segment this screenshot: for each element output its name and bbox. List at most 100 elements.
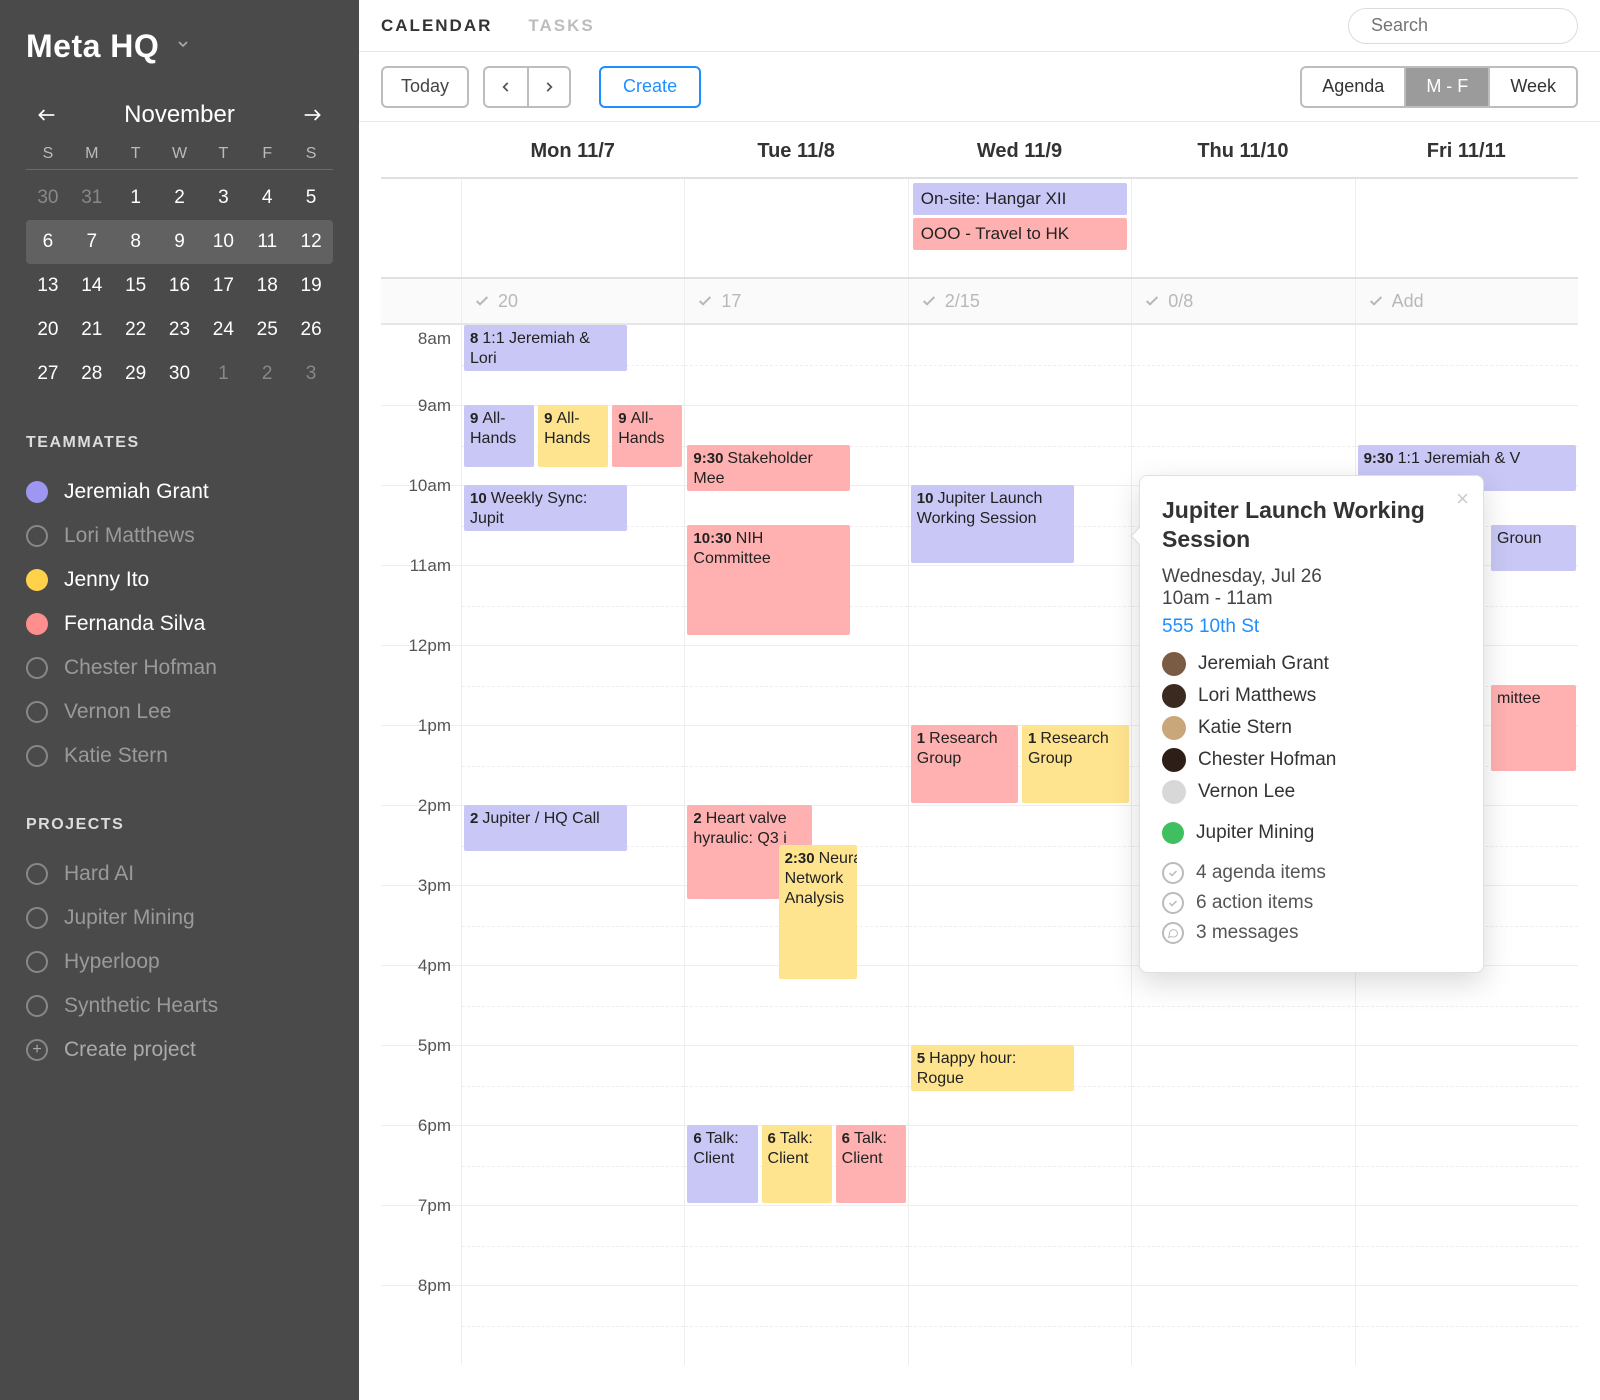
- allday-cell[interactable]: On-site: Hangar XIIOOO - Travel to HK: [908, 179, 1131, 277]
- mini-cal-day[interactable]: 20: [26, 308, 70, 352]
- calendar-event[interactable]: 6Talk: Client: [687, 1125, 757, 1203]
- next-month-button[interactable]: [297, 99, 329, 131]
- teammate-item[interactable]: Jeremiah Grant: [26, 470, 333, 514]
- teammate-item[interactable]: Fernanda Silva: [26, 602, 333, 646]
- popover-location[interactable]: 555 10th St: [1162, 616, 1461, 638]
- next-week-button[interactable]: [527, 66, 571, 108]
- mini-cal-day[interactable]: 10: [201, 220, 245, 264]
- mini-calendar[interactable]: SMTWTFS 30311234567891011121314151617181…: [26, 145, 333, 396]
- mini-cal-day[interactable]: 22: [114, 308, 158, 352]
- search-box[interactable]: [1348, 8, 1578, 44]
- prev-week-button[interactable]: [483, 66, 527, 108]
- mini-cal-day[interactable]: 30: [26, 176, 70, 220]
- mini-cal-day[interactable]: 28: [70, 352, 114, 396]
- calendar-event[interactable]: 6Talk: Client: [762, 1125, 832, 1203]
- mini-cal-day[interactable]: 29: [114, 352, 158, 396]
- calendar-event[interactable]: 9All-Hands: [464, 405, 534, 467]
- day-column[interactable]: 81:1 Jeremiah & Lori9All-Hands9All-Hands…: [461, 325, 684, 1365]
- day-column[interactable]: 10Jupiter Launch Working Session 1Researc…: [908, 325, 1131, 1365]
- task-count-cell[interactable]: 2/15: [908, 279, 1131, 323]
- allday-cell[interactable]: [461, 179, 684, 277]
- calendar-event[interactable]: 9All-Hands: [538, 405, 608, 467]
- allday-event[interactable]: OOO - Travel to HK: [913, 218, 1127, 250]
- calendar-event[interactable]: 81:1 Jeremiah & Lori: [464, 325, 627, 371]
- mini-cal-day[interactable]: 3: [289, 352, 333, 396]
- workspace-switcher[interactable]: Meta HQ: [26, 28, 333, 65]
- calendar-event[interactable]: 1Research Group: [1022, 725, 1129, 803]
- popover-info-row[interactable]: 3 messages: [1162, 922, 1461, 944]
- create-button[interactable]: Create: [599, 66, 701, 108]
- popover-project[interactable]: Jupiter Mining: [1162, 822, 1461, 844]
- project-item[interactable]: Synthetic Hearts: [26, 984, 333, 1028]
- task-count-cell[interactable]: 20: [461, 279, 684, 323]
- mini-cal-day[interactable]: 13: [26, 264, 70, 308]
- mini-cal-day[interactable]: 24: [201, 308, 245, 352]
- calendar-event[interactable]: 2:30Neural Network Analysis: [779, 845, 857, 979]
- attendee-row[interactable]: Katie Stern: [1162, 716, 1461, 740]
- task-count-cell[interactable]: Add: [1355, 279, 1578, 323]
- calendar-event[interactable]: 10:30NIH Committee: [687, 525, 850, 635]
- calendar-event[interactable]: 2Jupiter / HQ Call: [464, 805, 627, 851]
- day-column[interactable]: 9:30Stakeholder Mee10:30NIH Committee2He…: [684, 325, 907, 1365]
- mini-cal-day[interactable]: 17: [201, 264, 245, 308]
- calendar-event[interactable]: 9All-Hands: [612, 405, 682, 467]
- calendar-event[interactable]: 5Happy hour: Rogue: [911, 1045, 1074, 1091]
- project-item[interactable]: Hard AI: [26, 852, 333, 896]
- mini-cal-day[interactable]: 26: [289, 308, 333, 352]
- mini-cal-day[interactable]: 11: [245, 220, 289, 264]
- teammate-item[interactable]: Vernon Lee: [26, 690, 333, 734]
- popover-info-row[interactable]: 4 agenda items: [1162, 862, 1461, 884]
- mini-cal-day[interactable]: 4: [245, 176, 289, 220]
- mini-cal-day[interactable]: 27: [26, 352, 70, 396]
- teammate-item[interactable]: Jenny Ito: [26, 558, 333, 602]
- attendee-row[interactable]: Chester Hofman: [1162, 748, 1461, 772]
- mini-cal-day[interactable]: 19: [289, 264, 333, 308]
- calendar-event[interactable]: 10Jupiter Launch Working Session: [911, 485, 1074, 563]
- prev-month-button[interactable]: [30, 99, 62, 131]
- attendee-row[interactable]: Lori Matthews: [1162, 684, 1461, 708]
- mini-cal-day[interactable]: 23: [158, 308, 202, 352]
- calendar-event[interactable]: 9:30Stakeholder Mee: [687, 445, 850, 491]
- view-option[interactable]: Week: [1488, 68, 1576, 106]
- mini-cal-day[interactable]: 12: [289, 220, 333, 264]
- calendar-event[interactable]: mittee: [1491, 685, 1576, 771]
- search-input[interactable]: [1371, 15, 1600, 36]
- allday-cell[interactable]: [1131, 179, 1354, 277]
- calendar-event[interactable]: 1Research Group: [911, 725, 1018, 803]
- calendar-event[interactable]: 10Weekly Sync: Jupit: [464, 485, 627, 531]
- allday-event[interactable]: On-site: Hangar XII: [913, 183, 1127, 215]
- tab-tasks[interactable]: TASKS: [528, 16, 594, 36]
- mini-cal-day[interactable]: 5: [289, 176, 333, 220]
- mini-cal-day[interactable]: 30: [158, 352, 202, 396]
- tab-calendar[interactable]: CALENDAR: [381, 16, 492, 36]
- teammate-item[interactable]: Chester Hofman: [26, 646, 333, 690]
- attendee-row[interactable]: Jeremiah Grant: [1162, 652, 1461, 676]
- mini-cal-day[interactable]: 31: [70, 176, 114, 220]
- create-project-button[interactable]: + Create project: [26, 1028, 333, 1072]
- mini-cal-day[interactable]: 1: [114, 176, 158, 220]
- view-option[interactable]: M - F: [1404, 68, 1488, 106]
- view-option[interactable]: Agenda: [1302, 68, 1404, 106]
- popover-info-row[interactable]: 6 action items: [1162, 892, 1461, 914]
- allday-cell[interactable]: [684, 179, 907, 277]
- project-item[interactable]: Hyperloop: [26, 940, 333, 984]
- mini-cal-day[interactable]: 3: [201, 176, 245, 220]
- project-item[interactable]: Jupiter Mining: [26, 896, 333, 940]
- allday-cell[interactable]: [1355, 179, 1578, 277]
- mini-cal-day[interactable]: 1: [201, 352, 245, 396]
- task-count-cell[interactable]: 0/8: [1131, 279, 1354, 323]
- mini-cal-day[interactable]: 15: [114, 264, 158, 308]
- mini-cal-day[interactable]: 16: [158, 264, 202, 308]
- teammate-item[interactable]: Katie Stern: [26, 734, 333, 778]
- mini-cal-day[interactable]: 8: [114, 220, 158, 264]
- mini-cal-day[interactable]: 21: [70, 308, 114, 352]
- attendee-row[interactable]: Vernon Lee: [1162, 780, 1461, 804]
- mini-cal-day[interactable]: 6: [26, 220, 70, 264]
- task-count-cell[interactable]: 17: [684, 279, 907, 323]
- mini-cal-day[interactable]: 2: [158, 176, 202, 220]
- mini-cal-day[interactable]: 2: [245, 352, 289, 396]
- mini-cal-day[interactable]: 14: [70, 264, 114, 308]
- mini-cal-day[interactable]: 9: [158, 220, 202, 264]
- mini-cal-day[interactable]: 18: [245, 264, 289, 308]
- mini-cal-day[interactable]: 25: [245, 308, 289, 352]
